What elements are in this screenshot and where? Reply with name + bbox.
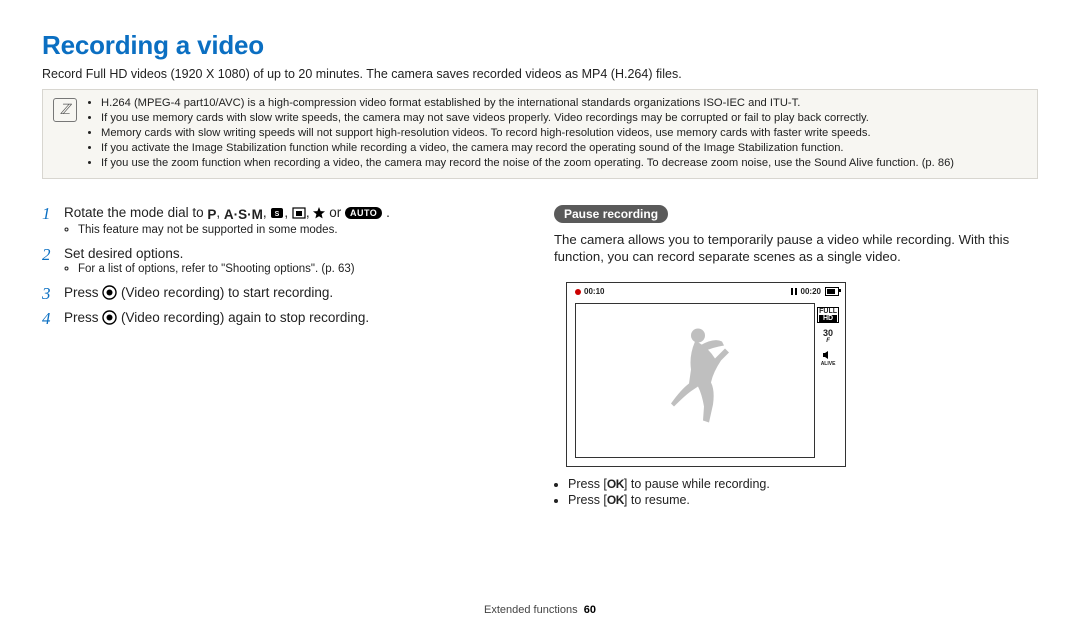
step-4: Press (Video recording) again to stop re… — [42, 310, 526, 325]
pause-actions: Press [OK] to pause while recording. Pre… — [554, 477, 1038, 507]
fps-badge: 30 F — [823, 329, 833, 344]
rec-dot-icon — [575, 289, 581, 295]
step-1-text-c: . — [386, 205, 390, 220]
step-3-text-a: Press — [64, 285, 102, 300]
record-icon — [102, 310, 121, 325]
mode-p-icon: P — [207, 207, 216, 222]
pause-recording-header: Pause recording — [554, 205, 668, 223]
dancer-icon — [660, 323, 730, 438]
footer-page: 60 — [584, 604, 596, 616]
elapsed-time: 00:10 — [584, 287, 604, 296]
info-list: H.264 (MPEG-4 part10/AVC) is a high-comp… — [87, 96, 954, 172]
page-subtitle: Record Full HD videos (1920 X 1080) of u… — [42, 67, 1038, 81]
left-column: Rotate the mode dial to P, A·S·M, S , , … — [42, 205, 526, 510]
screen-top-right: 00:20 — [791, 287, 839, 296]
remaining-time: 00:20 — [801, 287, 821, 296]
info-icon: ℤ — [53, 98, 77, 122]
step-1-text-a: Rotate the mode dial to — [64, 205, 207, 220]
page-title: Recording a video — [42, 30, 1038, 61]
step-3-text-b: (Video recording) to start recording. — [121, 285, 333, 300]
pause-action-1: Press [OK] to pause while recording. — [568, 477, 1038, 491]
right-column: Pause recording The camera allows you to… — [554, 205, 1038, 510]
soundalive-icon: ALIVE — [821, 350, 836, 367]
page-footer: Extended functions 60 — [0, 604, 1080, 616]
screen-top-left: 00:10 — [575, 287, 604, 296]
step-2: Set desired options. For a list of optio… — [42, 246, 526, 275]
mode-smart-icon: S — [270, 207, 284, 222]
info-item: Memory cards with slow writing speeds wi… — [101, 126, 954, 141]
info-item: If you use the zoom function when record… — [101, 156, 954, 171]
camera-screen: 00:10 00:20 FULL HD 30 F — [566, 282, 846, 467]
step-2-text: Set desired options. — [64, 246, 183, 261]
pause-description: The camera allows you to temporarily pau… — [554, 231, 1038, 267]
info-box: ℤ H.264 (MPEG-4 part10/AVC) is a high-co… — [42, 89, 1038, 179]
mode-frame-icon — [292, 207, 306, 222]
fullhd-badge: FULL HD — [817, 307, 839, 323]
info-item: If you activate the Image Stabilization … — [101, 141, 954, 156]
ok-key-icon: OK — [607, 493, 624, 507]
svg-text:S: S — [275, 211, 280, 218]
info-item: H.264 (MPEG-4 part10/AVC) is a high-comp… — [101, 96, 954, 111]
footer-section: Extended functions — [484, 604, 578, 616]
ok-key-icon: OK — [607, 477, 624, 491]
record-icon — [102, 285, 121, 300]
step-1: Rotate the mode dial to P, A·S·M, S , , … — [42, 205, 526, 236]
battery-icon — [825, 287, 839, 296]
pause-bars-icon — [791, 288, 797, 295]
step-1-text-b: or — [329, 205, 345, 220]
mode-auto-icon: AUTO — [345, 207, 382, 219]
step-1-note: This feature may not be supported in som… — [78, 224, 526, 236]
mode-star-icon — [313, 207, 325, 222]
step-3: Press (Video recording) to start recordi… — [42, 285, 526, 300]
step-4-text-b: (Video recording) again to stop recordin… — [121, 310, 369, 325]
step-4-text-a: Press — [64, 310, 102, 325]
screen-side-icons: FULL HD 30 F ALIVE — [817, 307, 839, 367]
step-2-note: For a list of options, refer to "Shootin… — [78, 263, 526, 275]
mode-asm-icon: A·S·M — [224, 207, 263, 222]
info-item: If you use memory cards with slow write … — [101, 111, 954, 126]
pause-action-2: Press [OK] to resume. — [568, 493, 1038, 507]
